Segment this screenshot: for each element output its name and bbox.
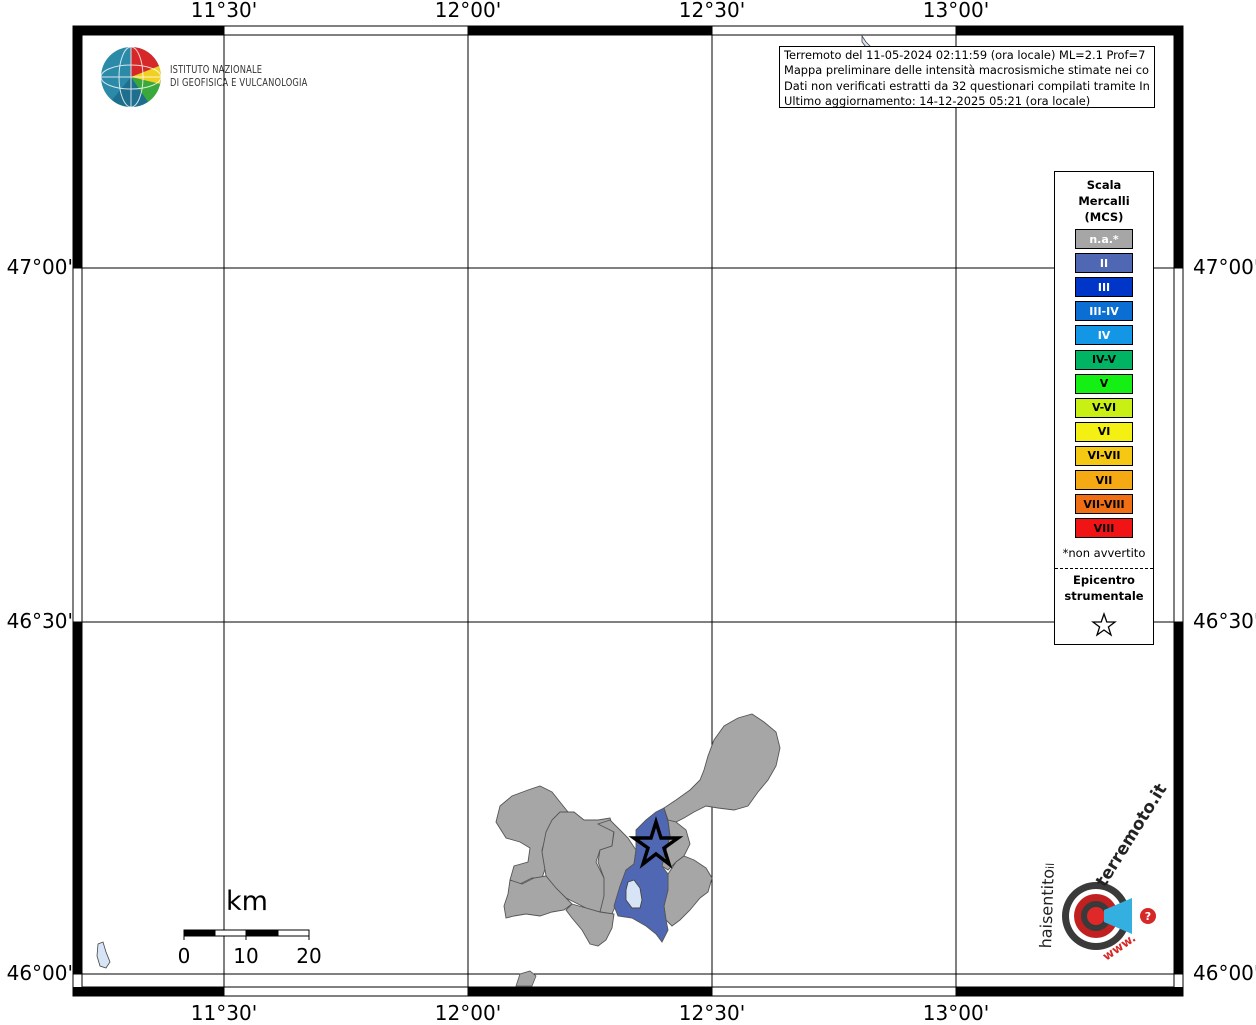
legend-epicenter-label: Epicentro strumentale xyxy=(1055,572,1153,604)
scale-bar-title: km xyxy=(226,886,268,917)
legend-epicenter-line2: strumentale xyxy=(1064,589,1144,603)
legend-swatch: VI xyxy=(1075,421,1133,442)
legend-swatch: VI-VII xyxy=(1075,445,1133,466)
lat-label-right-2: 46°30' xyxy=(1193,609,1256,633)
lat-label-left-3: 46°00' xyxy=(6,961,73,985)
lon-label-bottom-3: 12°30' xyxy=(678,1001,746,1025)
ingv-logo-line2: DI GEOFISICA E VULCANOLOGIA xyxy=(170,77,308,89)
legend-swatch: VIII xyxy=(1075,518,1133,539)
event-info-line1: Terremoto del 11-05-2024 02:11:59 (ora l… xyxy=(784,48,1150,62)
legend-swatch: V-VI xyxy=(1075,397,1133,418)
badge-arc-left: haisentitoil xyxy=(1036,862,1058,949)
legend-title: Scala Mercalli (MCS) xyxy=(1055,177,1153,225)
lat-label-right-3: 46°00' xyxy=(1193,961,1256,985)
legend-swatch: n.a.* xyxy=(1075,229,1133,249)
event-info-line4: Ultimo aggiornamento: 14-12-2025 05:21 (… xyxy=(784,94,1091,108)
lon-label-top-2: 12°00' xyxy=(434,0,502,22)
badge-arc-left-small: il xyxy=(1043,862,1057,870)
scale-bar-label-20: 20 xyxy=(296,944,322,968)
lon-label-bottom-1: 11°30' xyxy=(190,1001,258,1025)
legend-swatch: IV xyxy=(1075,325,1133,346)
badge-arc-left-main: haisentito xyxy=(1036,868,1058,949)
event-info-line3: Dati non verificati estratti da 32 quest… xyxy=(784,78,1150,93)
scale-bar-label-10: 10 xyxy=(233,944,259,968)
ingv-logo-text: ISTITUTO NAZIONALE DI GEOFISICA E VULCAN… xyxy=(170,64,308,90)
legend-title-line3: (MCS) xyxy=(1084,210,1124,224)
legend-title-line2: Mercalli xyxy=(1078,194,1130,208)
lon-label-top-1: 11°30' xyxy=(190,0,258,22)
lat-label-left-2: 46°30' xyxy=(6,609,73,633)
legend-swatch: V xyxy=(1075,373,1133,394)
legend-swatch: IV-V xyxy=(1075,349,1133,370)
event-info-box: Terremoto del 11-05-2024 02:11:59 (ora l… xyxy=(779,46,1155,108)
legend-footnote: *non avvertito xyxy=(1062,546,1146,560)
legend-swatch: VII xyxy=(1075,470,1133,490)
legend-title-line1: Scala xyxy=(1086,178,1122,192)
ingv-logo-line1: ISTITUTO NAZIONALE xyxy=(170,64,263,76)
legend-epicenter-line1: Epicentro xyxy=(1073,573,1135,587)
lon-label-bottom-4: 13°00' xyxy=(922,1001,990,1025)
ingv-logo-globe-icon xyxy=(100,46,162,108)
legend-swatch: III xyxy=(1075,277,1133,298)
lon-label-bottom-2: 12°00' xyxy=(434,1001,502,1025)
mcs-legend: Scala Mercalli (MCS) n.a.* II III III-IV IV I… xyxy=(1054,171,1154,645)
event-info-line2: Mappa preliminare delle intensità macros… xyxy=(784,63,1150,78)
lat-label-left-1: 47°00' xyxy=(6,255,73,279)
scale-bar-label-0: 0 xyxy=(177,944,191,968)
lon-label-top-4: 13°00' xyxy=(922,0,990,22)
legend-swatch: VII-VIII xyxy=(1075,494,1133,515)
legend-swatch: III-IV xyxy=(1075,301,1133,322)
legend-swatch: II xyxy=(1075,253,1133,274)
lat-label-right-1: 47°00' xyxy=(1193,255,1256,279)
lon-label-top-3: 12°30' xyxy=(678,0,746,22)
legend-star-icon xyxy=(1091,612,1117,637)
legend-divider xyxy=(1055,568,1153,569)
svg-text:?: ? xyxy=(1145,910,1151,923)
